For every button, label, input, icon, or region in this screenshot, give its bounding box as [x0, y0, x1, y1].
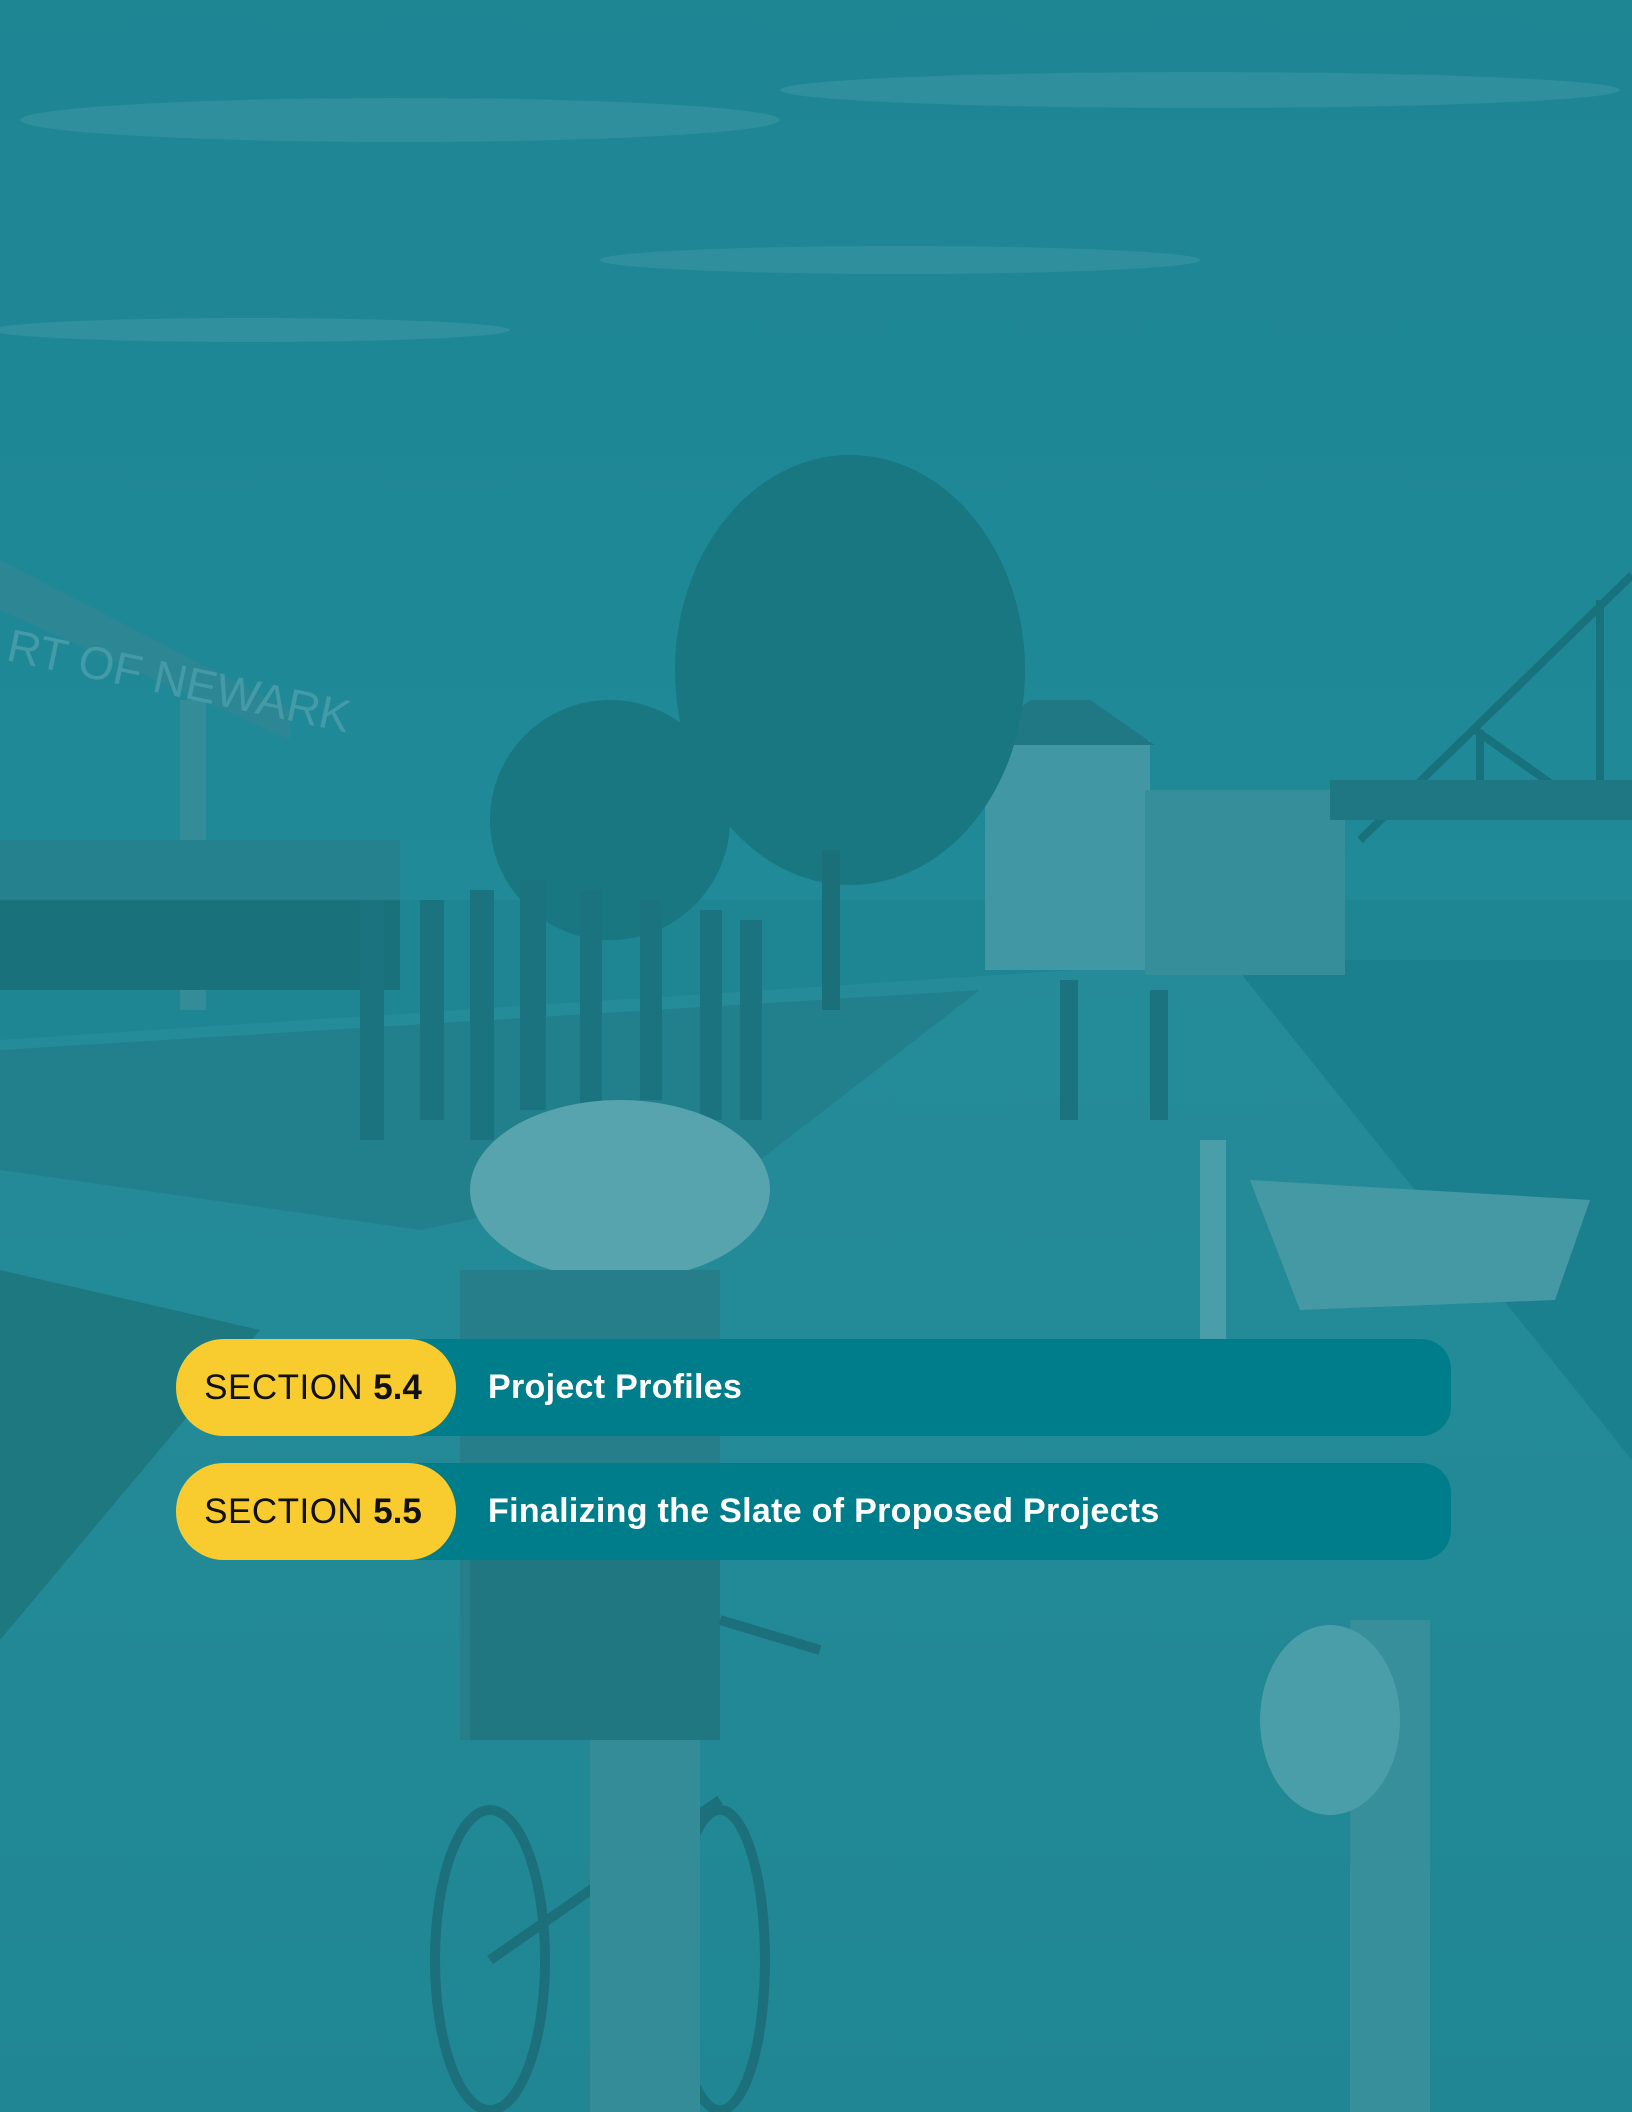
section-label: SECTION [204, 1367, 364, 1407]
teal-overlay [0, 0, 1632, 2112]
section-title: Project Profiles [488, 1368, 743, 1406]
page: { "background": { "description_colors": … [0, 0, 1632, 2112]
section-title: Finalizing the Slate of Proposed Project… [488, 1492, 1160, 1530]
section-row: SECTION 5.4 Project Profiles [176, 1339, 1451, 1436]
section-list: SECTION 5.4 Project Profiles SECTION 5.5… [176, 1339, 1451, 1587]
section-badge: SECTION 5.5 [176, 1463, 456, 1560]
section-badge: SECTION 5.4 [176, 1339, 456, 1436]
section-row: SECTION 5.5 Finalizing the Slate of Prop… [176, 1463, 1451, 1560]
section-label: SECTION [204, 1491, 364, 1531]
section-number: 5.4 [373, 1367, 422, 1407]
section-number: 5.5 [373, 1491, 422, 1531]
